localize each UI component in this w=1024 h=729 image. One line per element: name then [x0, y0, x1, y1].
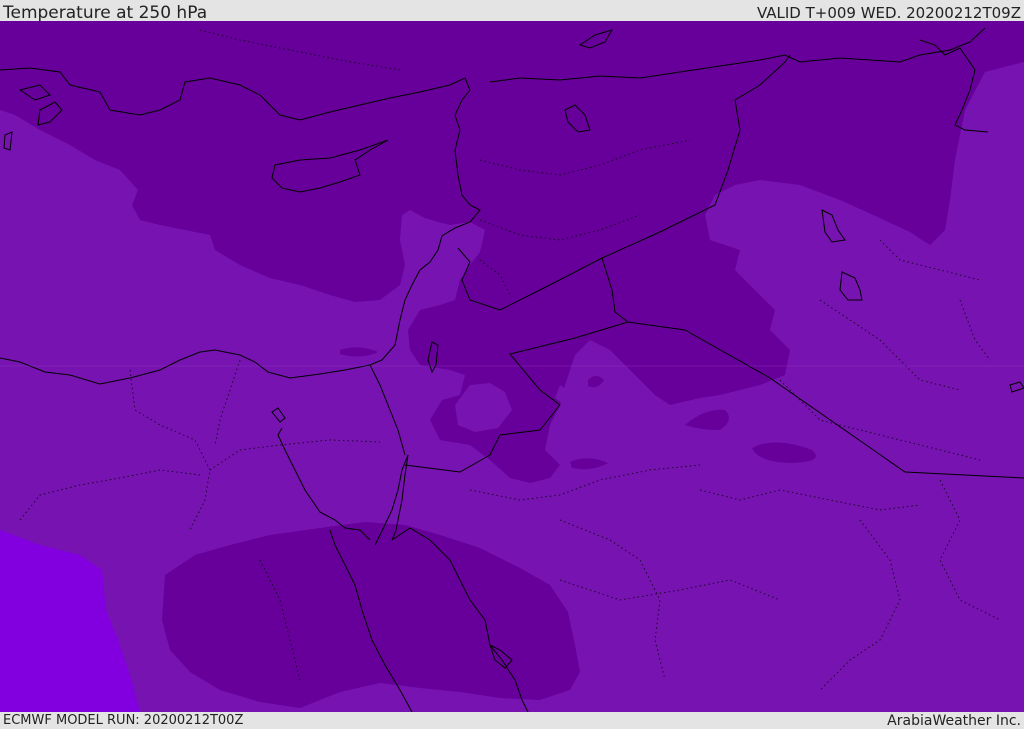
credit-label: ArabiaWeather Inc.: [887, 713, 1021, 729]
header-bar: Temperature at 250 hPa VALID T+009 WED. …: [0, 0, 1024, 23]
footer-bar: ECMWF MODEL RUN: 20200212T00Z ArabiaWeat…: [0, 712, 1024, 729]
model-run-label: ECMWF MODEL RUN: 20200212T00Z: [3, 713, 244, 728]
valid-time-label: VALID T+009 WED. 20200212T09Z: [756, 4, 1021, 22]
map-canvas: [0, 21, 1024, 712]
map-title: Temperature at 250 hPa: [3, 3, 208, 23]
weather-map[interactable]: [0, 21, 1024, 712]
